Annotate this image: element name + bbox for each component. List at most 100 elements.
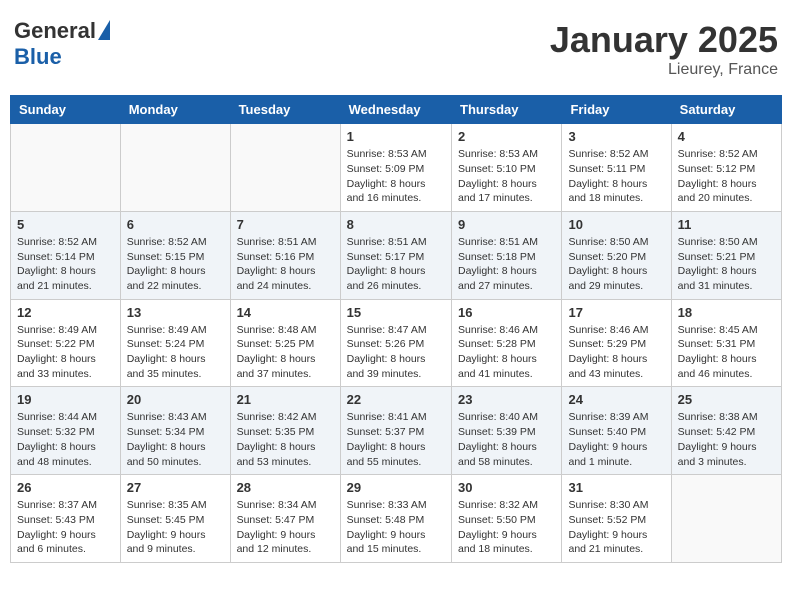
calendar-week-row: 5 Sunrise: 8:52 AM Sunset: 5:14 PM Daylig… bbox=[11, 211, 782, 299]
calendar-cell: 3 Sunrise: 8:52 AM Sunset: 5:11 PM Daylig… bbox=[562, 124, 671, 212]
calendar-week-row: 19 Sunrise: 8:44 AM Sunset: 5:32 PM Dayli… bbox=[11, 387, 782, 475]
day-info: Sunrise: 8:49 AM Sunset: 5:24 PM Dayligh… bbox=[127, 323, 224, 382]
day-number: 25 bbox=[678, 392, 775, 407]
day-number: 14 bbox=[237, 305, 334, 320]
calendar-week-row: 12Sunrise: 8:49 AM Sunset: 5:22 PM Dayli… bbox=[11, 299, 782, 387]
day-info: Sunrise: 8:50 AM Sunset: 5:21 PM Dayligh… bbox=[678, 235, 775, 294]
day-info: Sunrise: 8:52 AM Sunset: 5:15 PM Dayligh… bbox=[127, 235, 224, 294]
day-info: Sunrise: 8:52 AM Sunset: 5:14 PM Dayligh… bbox=[17, 235, 114, 294]
calendar-header-saturday: Saturday bbox=[671, 96, 781, 124]
day-number: 26 bbox=[17, 480, 114, 495]
day-info: Sunrise: 8:51 AM Sunset: 5:17 PM Dayligh… bbox=[347, 235, 445, 294]
day-number: 29 bbox=[347, 480, 445, 495]
calendar-cell: 5 Sunrise: 8:52 AM Sunset: 5:14 PM Daylig… bbox=[11, 211, 121, 299]
day-number: 6 bbox=[127, 217, 224, 232]
day-info: Sunrise: 8:52 AM Sunset: 5:11 PM Dayligh… bbox=[568, 147, 664, 206]
calendar-cell: 10 Sunrise: 8:50 AM Sunset: 5:20 PM Dayli… bbox=[562, 211, 671, 299]
day-number: 21 bbox=[237, 392, 334, 407]
calendar-header-row: SundayMondayTuesdayWednesdayThursdayFrid… bbox=[11, 96, 782, 124]
day-number: 31 bbox=[568, 480, 664, 495]
location-title: Lieurey, France bbox=[550, 61, 778, 79]
day-info: Sunrise: 8:33 AM Sunset: 5:48 PM Dayligh… bbox=[347, 498, 445, 557]
calendar-cell bbox=[230, 124, 340, 212]
calendar-cell: 9Sunrise: 8:51 AM Sunset: 5:18 PM Daylig… bbox=[452, 211, 562, 299]
day-info: Sunrise: 8:39 AM Sunset: 5:40 PM Dayligh… bbox=[568, 410, 664, 469]
calendar-cell: 14 Sunrise: 8:48 AM Sunset: 5:25 PM Dayli… bbox=[230, 299, 340, 387]
day-info: Sunrise: 8:30 AM Sunset: 5:52 PM Dayligh… bbox=[568, 498, 664, 557]
calendar-cell: 20 Sunrise: 8:43 AM Sunset: 5:34 PM Dayli… bbox=[120, 387, 230, 475]
day-number: 18 bbox=[678, 305, 775, 320]
day-number: 16 bbox=[458, 305, 555, 320]
calendar-cell: 17 Sunrise: 8:46 AM Sunset: 5:29 PM Dayli… bbox=[562, 299, 671, 387]
day-number: 4 bbox=[678, 129, 775, 144]
calendar-table: SundayMondayTuesdayWednesdayThursdayFrid… bbox=[10, 95, 782, 563]
page-header: General Blue January 2025 Lieurey, Franc… bbox=[10, 10, 782, 87]
title-block: January 2025 Lieurey, France bbox=[550, 18, 778, 79]
day-number: 27 bbox=[127, 480, 224, 495]
calendar-cell: 31 Sunrise: 8:30 AM Sunset: 5:52 PM Dayli… bbox=[562, 475, 671, 563]
calendar-cell: 18Sunrise: 8:45 AM Sunset: 5:31 PM Dayli… bbox=[671, 299, 781, 387]
day-info: Sunrise: 8:52 AM Sunset: 5:12 PM Dayligh… bbox=[678, 147, 775, 206]
day-info: Sunrise: 8:41 AM Sunset: 5:37 PM Dayligh… bbox=[347, 410, 445, 469]
day-info: Sunrise: 8:40 AM Sunset: 5:39 PM Dayligh… bbox=[458, 410, 555, 469]
calendar-cell: 13Sunrise: 8:49 AM Sunset: 5:24 PM Dayli… bbox=[120, 299, 230, 387]
calendar-cell: 29 Sunrise: 8:33 AM Sunset: 5:48 PM Dayli… bbox=[340, 475, 451, 563]
day-number: 30 bbox=[458, 480, 555, 495]
day-number: 17 bbox=[568, 305, 664, 320]
logo-triangle-icon bbox=[98, 20, 110, 40]
calendar-header-friday: Friday bbox=[562, 96, 671, 124]
calendar-cell: 28 Sunrise: 8:34 AM Sunset: 5:47 PM Dayli… bbox=[230, 475, 340, 563]
day-info: Sunrise: 8:32 AM Sunset: 5:50 PM Dayligh… bbox=[458, 498, 555, 557]
calendar-cell: 27 Sunrise: 8:35 AM Sunset: 5:45 PM Dayli… bbox=[120, 475, 230, 563]
calendar-cell: 15 Sunrise: 8:47 AM Sunset: 5:26 PM Dayli… bbox=[340, 299, 451, 387]
day-info: Sunrise: 8:53 AM Sunset: 5:09 PM Dayligh… bbox=[347, 147, 445, 206]
calendar-cell: 7Sunrise: 8:51 AM Sunset: 5:16 PM Daylig… bbox=[230, 211, 340, 299]
day-info: Sunrise: 8:38 AM Sunset: 5:42 PM Dayligh… bbox=[678, 410, 775, 469]
calendar-week-row: 1 Sunrise: 8:53 AM Sunset: 5:09 PM Daylig… bbox=[11, 124, 782, 212]
day-info: Sunrise: 8:49 AM Sunset: 5:22 PM Dayligh… bbox=[17, 323, 114, 382]
calendar-cell: 19 Sunrise: 8:44 AM Sunset: 5:32 PM Dayli… bbox=[11, 387, 121, 475]
day-info: Sunrise: 8:34 AM Sunset: 5:47 PM Dayligh… bbox=[237, 498, 334, 557]
calendar-cell: 4 Sunrise: 8:52 AM Sunset: 5:12 PM Daylig… bbox=[671, 124, 781, 212]
day-info: Sunrise: 8:42 AM Sunset: 5:35 PM Dayligh… bbox=[237, 410, 334, 469]
day-info: Sunrise: 8:37 AM Sunset: 5:43 PM Dayligh… bbox=[17, 498, 114, 557]
calendar-cell: 1 Sunrise: 8:53 AM Sunset: 5:09 PM Daylig… bbox=[340, 124, 451, 212]
calendar-week-row: 26 Sunrise: 8:37 AM Sunset: 5:43 PM Dayli… bbox=[11, 475, 782, 563]
calendar-cell: 25 Sunrise: 8:38 AM Sunset: 5:42 PM Dayli… bbox=[671, 387, 781, 475]
day-number: 23 bbox=[458, 392, 555, 407]
day-number: 10 bbox=[568, 217, 664, 232]
day-info: Sunrise: 8:46 AM Sunset: 5:29 PM Dayligh… bbox=[568, 323, 664, 382]
day-info: Sunrise: 8:43 AM Sunset: 5:34 PM Dayligh… bbox=[127, 410, 224, 469]
day-number: 3 bbox=[568, 129, 664, 144]
day-info: Sunrise: 8:47 AM Sunset: 5:26 PM Dayligh… bbox=[347, 323, 445, 382]
calendar-header-sunday: Sunday bbox=[11, 96, 121, 124]
calendar-cell: 21 Sunrise: 8:42 AM Sunset: 5:35 PM Dayli… bbox=[230, 387, 340, 475]
day-info: Sunrise: 8:44 AM Sunset: 5:32 PM Dayligh… bbox=[17, 410, 114, 469]
day-info: Sunrise: 8:35 AM Sunset: 5:45 PM Dayligh… bbox=[127, 498, 224, 557]
calendar-cell: 12Sunrise: 8:49 AM Sunset: 5:22 PM Dayli… bbox=[11, 299, 121, 387]
day-number: 7 bbox=[237, 217, 334, 232]
calendar-cell: 24 Sunrise: 8:39 AM Sunset: 5:40 PM Dayli… bbox=[562, 387, 671, 475]
day-info: Sunrise: 8:51 AM Sunset: 5:18 PM Dayligh… bbox=[458, 235, 555, 294]
day-info: Sunrise: 8:48 AM Sunset: 5:25 PM Dayligh… bbox=[237, 323, 334, 382]
day-number: 8 bbox=[347, 217, 445, 232]
calendar-cell: 30 Sunrise: 8:32 AM Sunset: 5:50 PM Dayli… bbox=[452, 475, 562, 563]
day-info: Sunrise: 8:53 AM Sunset: 5:10 PM Dayligh… bbox=[458, 147, 555, 206]
calendar-cell: 26 Sunrise: 8:37 AM Sunset: 5:43 PM Dayli… bbox=[11, 475, 121, 563]
day-number: 20 bbox=[127, 392, 224, 407]
calendar-cell: 11Sunrise: 8:50 AM Sunset: 5:21 PM Dayli… bbox=[671, 211, 781, 299]
day-number: 5 bbox=[17, 217, 114, 232]
day-info: Sunrise: 8:50 AM Sunset: 5:20 PM Dayligh… bbox=[568, 235, 664, 294]
logo: General Blue bbox=[14, 18, 110, 70]
calendar-header-tuesday: Tuesday bbox=[230, 96, 340, 124]
calendar-cell: 2 Sunrise: 8:53 AM Sunset: 5:10 PM Daylig… bbox=[452, 124, 562, 212]
calendar-cell: 22Sunrise: 8:41 AM Sunset: 5:37 PM Dayli… bbox=[340, 387, 451, 475]
day-number: 24 bbox=[568, 392, 664, 407]
day-number: 2 bbox=[458, 129, 555, 144]
day-number: 19 bbox=[17, 392, 114, 407]
day-number: 28 bbox=[237, 480, 334, 495]
calendar-header-thursday: Thursday bbox=[452, 96, 562, 124]
day-number: 1 bbox=[347, 129, 445, 144]
day-number: 15 bbox=[347, 305, 445, 320]
logo-blue-text: Blue bbox=[14, 44, 62, 70]
